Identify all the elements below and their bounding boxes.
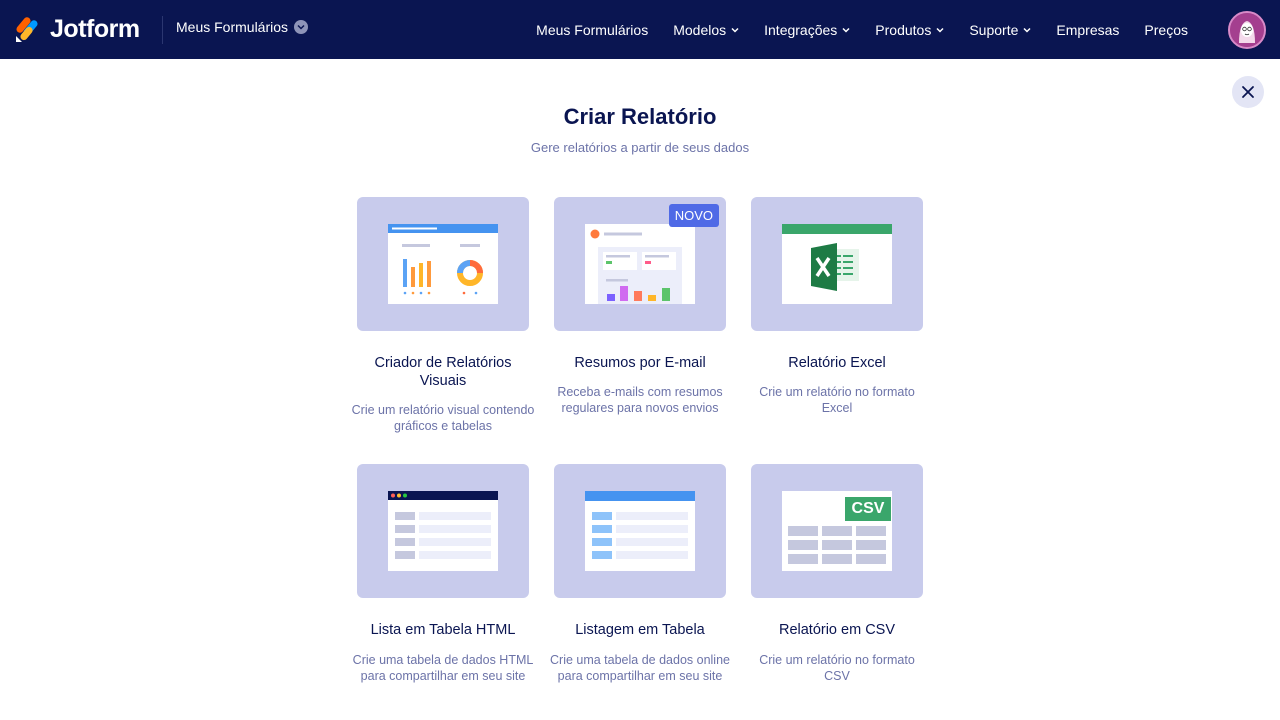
card-thumbnail: NOVO: [554, 197, 726, 331]
card-desc: Crie uma tabela de dados HTML para compa…: [352, 653, 534, 683]
nav-link-label: Integrações: [764, 21, 838, 38]
nav-link-meus-formularios[interactable]: Meus Formulários: [536, 22, 648, 38]
card-desc: Crie um relatório no formato CSV: [759, 653, 915, 683]
avatar-illustration-icon: [1230, 13, 1264, 47]
card-title: Relatório em CSV: [778, 622, 896, 638]
card-desc: Crie um relatório visual contendo gráfic…: [351, 403, 535, 433]
card-desc: Receba e-mails com resumos regulares par…: [557, 385, 723, 415]
nav-link-empresas[interactable]: Empresas: [1056, 22, 1119, 38]
nav-links: Meus Formulários Modelos Integrações Produt…: [511, 0, 1188, 59]
jotform-logo-icon: [16, 17, 38, 42]
new-badge: NOVO: [668, 204, 719, 227]
close-icon: [1242, 86, 1254, 98]
my-forms-dropdown[interactable]: Meus Formulários: [176, 19, 309, 35]
visual-report-icon: [388, 224, 498, 304]
card-desc: Crie uma tabela de dados online para com…: [550, 653, 730, 683]
page-title: Criar Relatório: [563, 104, 717, 129]
nav-divider: [162, 16, 163, 44]
card-title: Criador de Relatórios Visuais: [374, 355, 512, 389]
card-title: Lista em Tabela HTML: [370, 622, 516, 638]
chevron-down-icon: [1023, 27, 1031, 33]
top-navbar: Jotform Meus Formulários Meus Formulário…: [0, 0, 1280, 59]
nav-link-produtos[interactable]: Produtos: [875, 22, 944, 38]
excel-icon: [782, 224, 892, 304]
chevron-down-icon: [294, 20, 309, 34]
nav-link-label: Preços: [1144, 21, 1188, 38]
card-title: Relatório Excel: [788, 355, 886, 371]
card-thumbnail: [357, 197, 529, 331]
user-avatar[interactable]: [1228, 11, 1266, 49]
table-listing-icon: [585, 491, 695, 571]
nav-link-modelos[interactable]: Modelos: [673, 22, 739, 38]
nav-link-label: Modelos: [673, 21, 727, 38]
csv-badge: CSV: [845, 497, 891, 521]
csv-icon: [782, 491, 892, 571]
card-thumbnail: [554, 464, 726, 598]
nav-link-label: Suporte: [969, 21, 1019, 38]
nav-link-precos[interactable]: Preços: [1144, 22, 1188, 38]
nav-link-suporte[interactable]: Suporte: [969, 22, 1031, 38]
jotform-logo[interactable]: Jotform: [14, 14, 140, 44]
chevron-down-icon: [936, 27, 944, 33]
html-table-icon: [388, 491, 498, 571]
card-thumbnail: CSV: [751, 464, 923, 598]
page-subtitle: Gere relatórios a partir de seus dados: [530, 140, 750, 155]
my-forms-dropdown-label: Meus Formulários: [176, 19, 289, 35]
card-title: Listagem em Tabela: [575, 622, 705, 638]
nav-link-label: Produtos: [875, 21, 932, 38]
chevron-down-icon: [731, 27, 739, 33]
nav-link-label: Empresas: [1056, 21, 1120, 38]
brand-name: Jotform: [50, 14, 140, 43]
card-thumbnail: [751, 197, 923, 331]
card-desc: Crie um relatório no formato Excel: [759, 385, 915, 415]
nav-link-integracoes[interactable]: Integrações: [764, 22, 850, 38]
nav-link-label: Meus Formulários: [536, 21, 649, 38]
card-title: Resumos por E-mail: [574, 355, 706, 371]
chevron-down-icon: [842, 27, 850, 33]
card-thumbnail: [357, 464, 529, 598]
